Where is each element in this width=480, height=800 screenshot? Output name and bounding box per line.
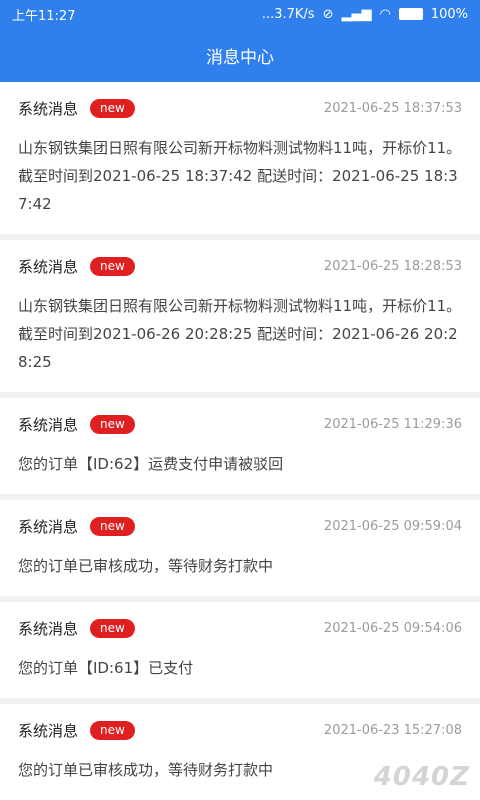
message-header: 系统消息 new 2021-06-25 18:37:53 bbox=[18, 96, 462, 120]
status-bar: 上午11:27 ...3.7K/s ⊘ ▂▄▆ ◠ 100% bbox=[0, 0, 480, 28]
message-title: 系统消息 bbox=[18, 257, 79, 276]
message-header: 系统消息 new 2021-06-25 11:29:36 bbox=[18, 412, 462, 436]
message-item[interactable]: 系统消息 new 2021-06-25 09:54:06 您的订单【ID:61】… bbox=[0, 602, 480, 704]
new-badge: new bbox=[90, 98, 135, 118]
message-item[interactable]: 系统消息 new 2021-06-25 18:28:53 山东钢铁集团日照有限公… bbox=[0, 240, 480, 398]
message-content: 您的订单【ID:61】已支付 bbox=[18, 659, 194, 677]
message-title: 系统消息 bbox=[18, 721, 79, 740]
message-item[interactable]: 系统消息 new 2021-06-25 11:29:36 您的订单【ID:62】… bbox=[0, 398, 480, 500]
new-badge: new bbox=[90, 516, 135, 536]
wifi-icon: ◠ bbox=[379, 6, 391, 22]
new-badge: new bbox=[90, 256, 135, 276]
message-time: 2021-06-23 15:27:08 bbox=[323, 722, 462, 738]
message-time: 2021-06-25 09:54:06 bbox=[323, 620, 462, 636]
message-title: 系统消息 bbox=[18, 99, 79, 118]
message-header: 系统消息 new 2021-06-25 09:54:06 bbox=[18, 616, 462, 640]
alarm-off-icon: ⊘ bbox=[322, 6, 334, 22]
message-title: 系统消息 bbox=[18, 517, 79, 536]
message-title: 系统消息 bbox=[18, 415, 79, 434]
message-time: 2021-06-25 18:37:53 bbox=[323, 100, 462, 116]
message-content: 山东钢铁集团日照有限公司新开标物料测试物料11吨，开标价11。截至时间到2021… bbox=[18, 297, 462, 371]
battery-level: 100% bbox=[430, 6, 468, 22]
message-content: 山东钢铁集团日照有限公司新开标物料测试物料11吨，开标价11。截至时间到2021… bbox=[18, 139, 462, 213]
status-time: 上午11:27 bbox=[12, 8, 76, 24]
page-title: 消息中心 bbox=[206, 47, 274, 68]
message-time: 2021-06-25 18:28:53 bbox=[323, 258, 462, 274]
message-list: 系统消息 new 2021-06-25 18:37:53 山东钢铁集团日照有限公… bbox=[0, 82, 480, 800]
battery-icon bbox=[398, 8, 423, 20]
message-header: 系统消息 new 2021-06-25 18:28:53 bbox=[18, 254, 462, 278]
watermark-logo: 4040Z bbox=[373, 762, 470, 792]
new-badge: new bbox=[90, 720, 135, 740]
message-content: 您的订单已审核成功，等待财务打款中 bbox=[18, 557, 274, 575]
new-badge: new bbox=[90, 618, 135, 638]
message-header: 系统消息 new 2021-06-23 15:27:08 bbox=[18, 718, 462, 742]
message-title: 系统消息 bbox=[18, 619, 79, 638]
message-header: 系统消息 new 2021-06-25 09:59:04 bbox=[18, 514, 462, 538]
status-indicators: ...3.7K/s ⊘ ▂▄▆ ◠ 100% bbox=[262, 7, 468, 22]
app-header: 上午11:27 ...3.7K/s ⊘ ▂▄▆ ◠ 100% 消息中心 bbox=[0, 0, 480, 82]
message-content: 您的订单【ID:62】运费支付申请被驳回 bbox=[18, 455, 284, 473]
message-item[interactable]: 系统消息 new 2021-06-25 09:59:04 您的订单已审核成功，等… bbox=[0, 500, 480, 602]
network-speed: ...3.7K/s bbox=[261, 6, 315, 22]
message-item[interactable]: 系统消息 new 2021-06-25 18:37:53 山东钢铁集团日照有限公… bbox=[0, 82, 480, 240]
new-badge: new bbox=[90, 414, 135, 434]
message-time: 2021-06-25 09:59:04 bbox=[323, 518, 462, 534]
signal-icon: ▂▄▆ bbox=[341, 6, 372, 22]
message-time: 2021-06-25 11:29:36 bbox=[323, 416, 462, 432]
title-bar: 消息中心 bbox=[0, 28, 480, 82]
